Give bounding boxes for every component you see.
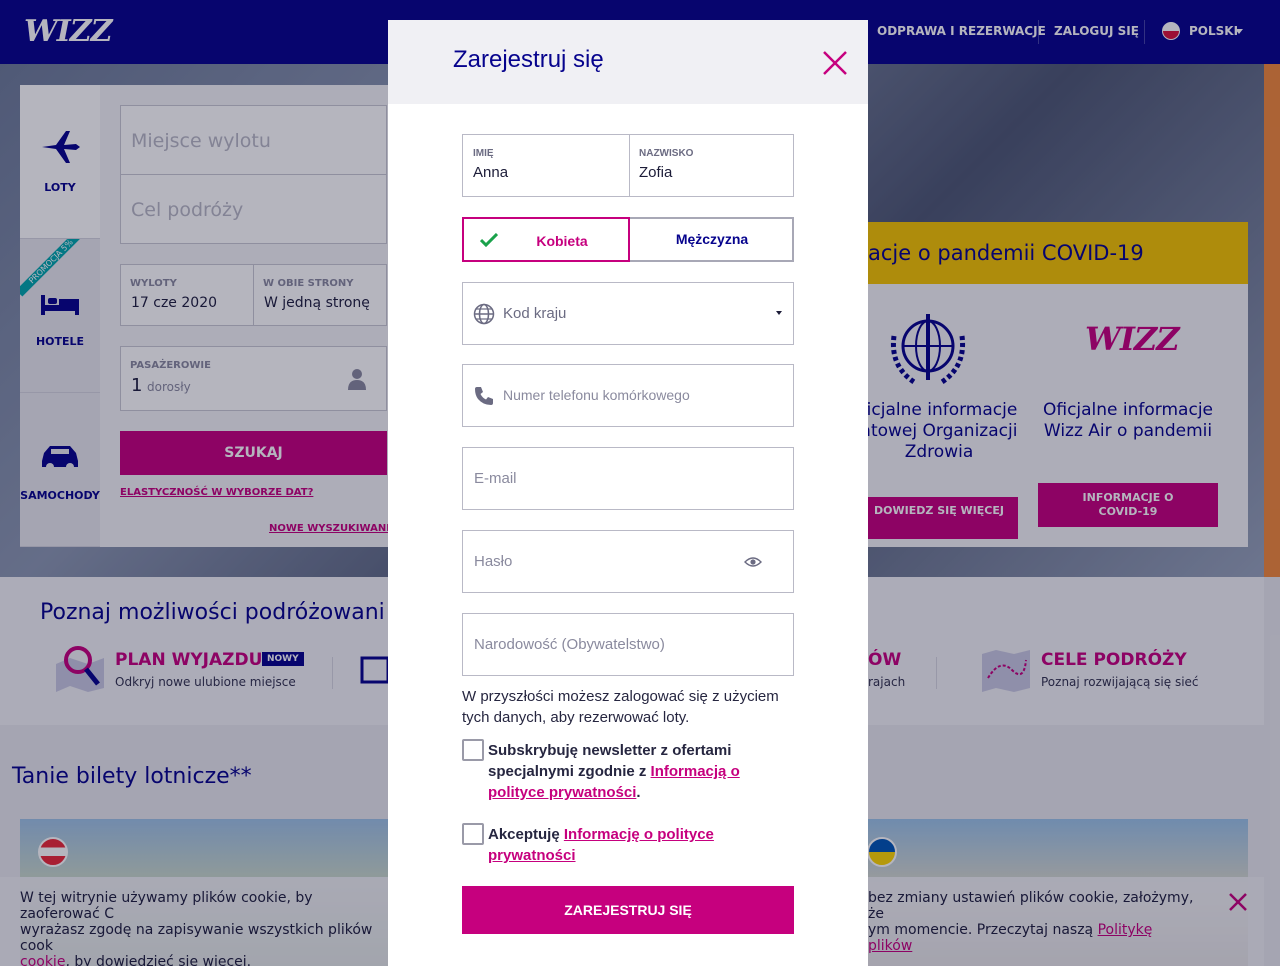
newsletter-checkbox[interactable] — [462, 739, 484, 761]
gender-male-option[interactable]: Mężczyzna — [630, 219, 794, 260]
newsletter-label: Subskrybuję newsletter z ofertami specja… — [488, 740, 758, 803]
eye-icon[interactable] — [744, 556, 762, 568]
phone-placeholder: Numer telefonu komórkowego — [503, 387, 690, 403]
password-field[interactable]: Hasło — [462, 530, 794, 593]
nationality-placeholder: Narodowość (Obywatelstwo) — [474, 636, 665, 653]
phone-input[interactable]: Numer telefonu komórkowego — [462, 364, 794, 427]
chevron-down-icon — [776, 311, 782, 315]
country-code-select[interactable]: Kod kraju — [462, 282, 794, 345]
checkmark-icon — [480, 233, 498, 247]
phone-icon — [475, 387, 493, 405]
accept-text: Akceptuję — [488, 826, 564, 843]
close-icon[interactable] — [822, 50, 848, 76]
nationality-field[interactable]: Narodowość (Obywatelstwo) — [462, 613, 794, 676]
register-button[interactable]: ZAREJESTRUJ SIĘ — [462, 886, 794, 934]
last-name-label: NAZWISKO — [639, 148, 694, 159]
password-placeholder: Hasło — [474, 553, 513, 570]
first-name-field[interactable]: IMIĘ Anna — [463, 135, 629, 196]
first-name-value: Anna — [473, 164, 509, 181]
country-code-placeholder: Kod kraju — [503, 305, 567, 322]
modal-title: Zarejestruj się — [453, 46, 604, 73]
gender-female-option[interactable]: Kobieta — [462, 217, 630, 262]
last-name-value: Zofia — [639, 164, 673, 181]
modal-header: Zarejestruj się — [388, 20, 868, 104]
first-name-label: IMIĘ — [473, 148, 494, 159]
newsletter-end: . — [636, 784, 641, 801]
gender-selector: Kobieta Mężczyzna — [462, 217, 794, 262]
accept-privacy-checkbox[interactable] — [462, 823, 484, 845]
globe-icon — [473, 303, 495, 325]
login-info-text: W przyszłości możesz zalogować się z uży… — [462, 688, 779, 726]
register-modal: Zarejestruj się IMIĘ Anna NAZWISKO Zofia… — [388, 20, 868, 966]
name-fields: IMIĘ Anna NAZWISKO Zofia — [462, 134, 794, 197]
accept-privacy-label: Akceptuję Informację o polityce prywatno… — [488, 824, 738, 866]
last-name-field[interactable]: NAZWISKO Zofia — [629, 135, 793, 196]
email-field[interactable]: E-mail — [462, 447, 794, 510]
gender-female-label: Kobieta — [536, 233, 588, 249]
gender-male-label: Mężczyzna — [675, 231, 749, 247]
email-placeholder: E-mail — [474, 470, 517, 487]
